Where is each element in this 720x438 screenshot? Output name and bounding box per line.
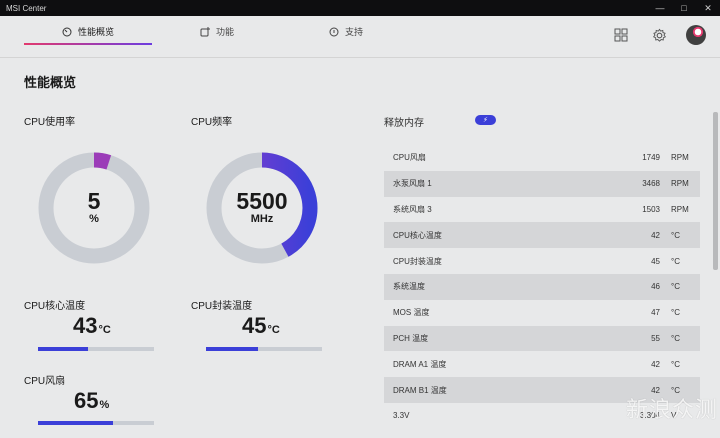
sensor-row: DRAM A1 温度 42 °C [384,351,700,377]
cpu-pkg-temp-number: 45 [242,313,267,338]
release-memory-button[interactable]: ⚡ [475,115,496,125]
cpu-core-temp-bar [38,347,154,351]
nav-divider [0,57,720,58]
minimize-button[interactable]: — [648,0,672,16]
sensor-unit: °C [671,333,680,343]
title-bar: MSI Center — □ ✕ [0,0,720,16]
avatar[interactable] [686,25,706,45]
close-button[interactable]: ✕ [696,0,720,16]
sensor-unit: °C [671,308,680,318]
cpu-usage-unit: % [89,212,99,225]
cpu-core-temp-label: CPU核心温度 [24,301,86,312]
tab-label: 性能概览 [78,27,115,37]
sensor-name: DRAM B1 温度 [393,385,447,395]
sensor-value: 47 [651,308,660,318]
cpu-usage-gauge: 5 % [38,152,150,264]
cpu-freq-label: CPU频率 [191,117,233,128]
page-title: 性能概览 [24,75,77,90]
sensor-row: 水泵风扇 1 3468 RPM [384,170,700,197]
sensor-name: CPU封装温度 [393,256,442,266]
app-title: MSI Center [6,3,47,13]
lightning-icon: ⚡ [483,117,488,124]
cpu-pkg-temp-bar-fill [206,347,259,351]
tab-features[interactable]: 功能 [200,25,234,38]
cpu-freq-value: 5500 [236,187,288,214]
cpu-core-temp-bar-fill [38,347,88,351]
sensor-name: 系统温度 [393,282,425,292]
sensor-unit: °C [671,359,680,369]
top-nav: 性能概览 功能 支持 [0,16,720,56]
maximize-button[interactable]: □ [672,0,696,16]
sensor-name: 系统风扇 3 [393,204,432,214]
tab-label: 支持 [345,27,364,37]
tab-label: 功能 [216,27,235,37]
release-memory-label: 释放内存 [384,118,424,129]
sensor-name: PCH 温度 [393,333,429,343]
sensor-row: CPU风扇 1749 RPM [384,145,700,171]
add-feature-icon [200,26,210,36]
cpu-core-temp-number: 43 [73,313,98,338]
sensor-unit: RPM [671,153,689,163]
cpu-pkg-temp-bar [206,347,322,351]
scrollbar-thumb[interactable] [713,112,718,270]
cpu-fan-bar-fill [38,421,114,425]
sensor-row: 系统风扇 3 1503 RPM [384,197,700,223]
sensor-value: 46 [651,282,660,292]
tab-performance-overview[interactable]: 性能概览 [62,25,114,38]
sensor-unit: RPM [671,179,689,189]
cpu-fan-label: CPU风扇 [24,376,66,387]
cpu-fan-unit: % [99,399,110,411]
sensor-unit: °C [671,256,680,266]
sensor-name: CPU风扇 [393,153,426,163]
sensor-unit: RPM [671,204,689,214]
cpu-pkg-temp-unit: °C [267,324,280,336]
sensor-row: MOS 温度 47 °C [384,300,700,326]
active-tab-indicator [24,43,152,45]
sensor-value: 1503 [642,204,660,214]
sensor-name: MOS 温度 [393,308,430,318]
cpu-pkg-temp-label: CPU封装温度 [191,301,253,312]
gauge-icon [62,27,72,36]
gear-icon[interactable] [650,26,668,44]
watermark: 新浪众测 [626,397,719,422]
cpu-freq-gauge: 5500 MHz [206,152,318,264]
grid-icon[interactable] [612,26,630,44]
chat-support-icon [329,27,339,36]
sensor-value: 45 [651,256,660,266]
sensor-value: 55 [651,333,660,343]
sensor-unit: °C [671,282,680,292]
cpu-usage-value: 5 [87,187,101,214]
sensor-value: 42 [651,359,660,369]
sensor-value: 1749 [642,153,660,163]
sensor-row: PCH 温度 55 °C [384,325,700,352]
sensor-table: CPU风扇 1749 RPM 水泵风扇 1 3468 RPM 系统风扇 3 1503 RPM CP… [384,145,700,429]
sensor-row: CPU封装温度 45 °C [384,248,700,274]
sensor-name: DRAM A1 温度 [393,359,447,369]
cpu-core-temp-value: 43 °C [73,313,111,339]
cpu-fan-value: 65% [74,388,109,414]
cpu-pkg-temp-value: 45 °C [242,313,280,339]
sensor-value: 42 [651,230,660,240]
sensor-name: 3.3V [393,411,410,421]
sensor-value: 3468 [642,179,660,189]
sensor-name: CPU核心温度 [393,230,442,240]
sensor-row: CPU核心温度 42 °C [384,222,700,249]
sensor-row: 系统温度 46 °C [384,273,700,300]
cpu-freq-unit: MHz [250,212,274,225]
cpu-core-temp-unit: °C [98,324,111,336]
sensor-unit: °C [671,230,680,240]
sensor-name: 水泵风扇 1 [393,179,432,189]
tab-support[interactable]: 支持 [329,25,363,38]
cpu-fan-number: 65 [74,388,99,413]
cpu-usage-label: CPU使用率 [24,117,76,128]
cpu-fan-bar [38,421,154,425]
